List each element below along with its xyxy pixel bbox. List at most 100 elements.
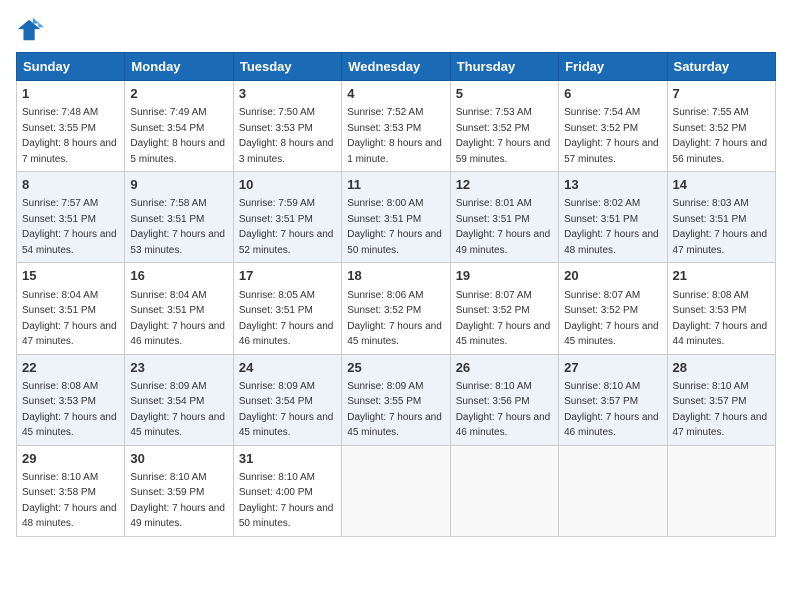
calendar-cell: 1 Sunrise: 7:48 AMSunset: 3:55 PMDaylight… [17, 81, 125, 172]
day-info: Sunrise: 8:05 AMSunset: 3:51 PMDaylight:… [239, 290, 334, 348]
day-info: Sunrise: 8:09 AMSunset: 3:55 PMDaylight:… [347, 381, 442, 439]
calendar-week-3: 15 Sunrise: 8:04 AMSunset: 3:51 PMDayligh… [17, 263, 776, 354]
calendar-cell: 2 Sunrise: 7:49 AMSunset: 3:54 PMDaylight… [125, 81, 233, 172]
calendar-cell: 21Sunrise: 8:08 AMSunset: 3:53 PMDayligh… [667, 263, 775, 354]
calendar-week-2: 8 Sunrise: 7:57 AMSunset: 3:51 PMDaylight… [17, 172, 776, 263]
day-info: Sunrise: 8:07 AMSunset: 3:52 PMDaylight:… [456, 290, 551, 348]
calendar-cell: 15 Sunrise: 8:04 AMSunset: 3:51 PMDayligh… [17, 263, 125, 354]
calendar-header-wednesday: Wednesday [342, 53, 450, 81]
calendar-cell: 30Sunrise: 8:10 AMSunset: 3:59 PMDayligh… [125, 445, 233, 536]
day-number: 5 [456, 85, 553, 103]
calendar-header-monday: Monday [125, 53, 233, 81]
day-number: 19 [456, 267, 553, 285]
calendar-cell: 31 Sunrise: 8:10 AMSunset: 4:00 PMDayligh… [233, 445, 341, 536]
day-info: Sunrise: 8:04 AMSunset: 3:51 PMDaylight:… [22, 290, 117, 348]
day-number: 17 [239, 267, 336, 285]
calendar-cell: 11 Sunrise: 8:00 AMSunset: 3:51 PMDayligh… [342, 172, 450, 263]
day-info: Sunrise: 8:06 AMSunset: 3:52 PMDaylight:… [347, 290, 442, 348]
day-number: 31 [239, 450, 336, 468]
day-number: 25 [347, 359, 444, 377]
day-number: 7 [673, 85, 770, 103]
calendar-cell: 13 Sunrise: 8:02 AMSunset: 3:51 PMDayligh… [559, 172, 667, 263]
calendar-header-sunday: Sunday [17, 53, 125, 81]
calendar-cell: 27 Sunrise: 8:10 AMSunset: 3:57 PMDayligh… [559, 354, 667, 445]
day-number: 26 [456, 359, 553, 377]
day-number: 22 [22, 359, 119, 377]
day-number: 12 [456, 176, 553, 194]
calendar-cell: 28 Sunrise: 8:10 AMSunset: 3:57 PMDayligh… [667, 354, 775, 445]
calendar-header-thursday: Thursday [450, 53, 558, 81]
day-number: 30 [130, 450, 227, 468]
day-info: Sunrise: 8:01 AMSunset: 3:51 PMDaylight:… [456, 198, 551, 256]
day-number: 23 [130, 359, 227, 377]
calendar-cell: 19 Sunrise: 8:07 AMSunset: 3:52 PMDayligh… [450, 263, 558, 354]
day-info: Sunrise: 8:10 AMSunset: 3:57 PMDaylight:… [673, 381, 768, 439]
day-number: 8 [22, 176, 119, 194]
calendar-cell: 3Sunrise: 7:50 AMSunset: 3:53 PMDaylight… [233, 81, 341, 172]
day-info: Sunrise: 7:52 AMSunset: 3:53 PMDaylight:… [347, 107, 442, 165]
calendar-cell [559, 445, 667, 536]
day-info: Sunrise: 8:02 AMSunset: 3:51 PMDaylight:… [564, 198, 659, 256]
day-info: Sunrise: 8:10 AMSunset: 4:00 PMDaylight:… [239, 472, 334, 530]
calendar-cell: 16Sunrise: 8:04 AMSunset: 3:51 PMDayligh… [125, 263, 233, 354]
day-info: Sunrise: 7:55 AMSunset: 3:52 PMDaylight:… [673, 107, 768, 165]
calendar-week-5: 29 Sunrise: 8:10 AMSunset: 3:58 PMDayligh… [17, 445, 776, 536]
logo [16, 16, 48, 44]
day-info: Sunrise: 7:58 AMSunset: 3:51 PMDaylight:… [130, 198, 225, 256]
day-info: Sunrise: 7:49 AMSunset: 3:54 PMDaylight:… [130, 107, 225, 165]
day-number: 24 [239, 359, 336, 377]
day-number: 11 [347, 176, 444, 194]
calendar-cell: 23 Sunrise: 8:09 AMSunset: 3:54 PMDayligh… [125, 354, 233, 445]
day-info: Sunrise: 7:53 AMSunset: 3:52 PMDaylight:… [456, 107, 551, 165]
day-info: Sunrise: 7:48 AMSunset: 3:55 PMDaylight:… [22, 107, 117, 165]
calendar-cell [450, 445, 558, 536]
calendar-cell: 26 Sunrise: 8:10 AMSunset: 3:56 PMDayligh… [450, 354, 558, 445]
day-number: 14 [673, 176, 770, 194]
day-info: Sunrise: 8:08 AMSunset: 3:53 PMDaylight:… [22, 381, 117, 439]
day-number: 2 [130, 85, 227, 103]
day-info: Sunrise: 8:03 AMSunset: 3:51 PMDaylight:… [673, 198, 768, 256]
day-number: 16 [130, 267, 227, 285]
day-info: Sunrise: 8:09 AMSunset: 3:54 PMDaylight:… [130, 381, 225, 439]
day-number: 13 [564, 176, 661, 194]
day-info: Sunrise: 8:10 AMSunset: 3:57 PMDaylight:… [564, 381, 659, 439]
day-number: 3 [239, 85, 336, 103]
day-info: Sunrise: 8:07 AMSunset: 3:52 PMDaylight:… [564, 290, 659, 348]
calendar-cell: 7 Sunrise: 7:55 AMSunset: 3:52 PMDaylight… [667, 81, 775, 172]
day-info: Sunrise: 8:09 AMSunset: 3:54 PMDaylight:… [239, 381, 334, 439]
day-info: Sunrise: 8:00 AMSunset: 3:51 PMDaylight:… [347, 198, 442, 256]
calendar-header: SundayMondayTuesdayWednesdayThursdayFrid… [17, 53, 776, 81]
calendar-cell: 6Sunrise: 7:54 AMSunset: 3:52 PMDaylight… [559, 81, 667, 172]
day-info: Sunrise: 8:08 AMSunset: 3:53 PMDaylight:… [673, 290, 768, 348]
calendar-cell: 17 Sunrise: 8:05 AMSunset: 3:51 PMDayligh… [233, 263, 341, 354]
page-header [16, 16, 776, 44]
day-info: Sunrise: 7:57 AMSunset: 3:51 PMDaylight:… [22, 198, 117, 256]
day-number: 10 [239, 176, 336, 194]
day-number: 29 [22, 450, 119, 468]
calendar-cell: 14 Sunrise: 8:03 AMSunset: 3:51 PMDayligh… [667, 172, 775, 263]
calendar-header-friday: Friday [559, 53, 667, 81]
day-number: 15 [22, 267, 119, 285]
calendar-cell: 18Sunrise: 8:06 AMSunset: 3:52 PMDayligh… [342, 263, 450, 354]
calendar-cell: 22 Sunrise: 8:08 AMSunset: 3:53 PMDayligh… [17, 354, 125, 445]
calendar-week-1: 1 Sunrise: 7:48 AMSunset: 3:55 PMDaylight… [17, 81, 776, 172]
calendar-cell [667, 445, 775, 536]
day-number: 27 [564, 359, 661, 377]
day-info: Sunrise: 8:10 AMSunset: 3:56 PMDaylight:… [456, 381, 551, 439]
calendar-cell: 25 Sunrise: 8:09 AMSunset: 3:55 PMDayligh… [342, 354, 450, 445]
calendar-cell: 8 Sunrise: 7:57 AMSunset: 3:51 PMDaylight… [17, 172, 125, 263]
calendar-body: 1 Sunrise: 7:48 AMSunset: 3:55 PMDaylight… [17, 81, 776, 537]
day-number: 28 [673, 359, 770, 377]
day-info: Sunrise: 8:10 AMSunset: 3:58 PMDaylight:… [22, 472, 117, 530]
calendar-header-tuesday: Tuesday [233, 53, 341, 81]
day-info: Sunrise: 7:54 AMSunset: 3:52 PMDaylight:… [564, 107, 659, 165]
day-number: 4 [347, 85, 444, 103]
calendar-header-saturday: Saturday [667, 53, 775, 81]
calendar-cell: 12 Sunrise: 8:01 AMSunset: 3:51 PMDayligh… [450, 172, 558, 263]
day-info: Sunrise: 7:59 AMSunset: 3:51 PMDaylight:… [239, 198, 334, 256]
day-number: 20 [564, 267, 661, 285]
calendar-cell [342, 445, 450, 536]
calendar-cell: 9Sunrise: 7:58 AMSunset: 3:51 PMDaylight… [125, 172, 233, 263]
day-number: 1 [22, 85, 119, 103]
calendar-cell: 24 Sunrise: 8:09 AMSunset: 3:54 PMDayligh… [233, 354, 341, 445]
